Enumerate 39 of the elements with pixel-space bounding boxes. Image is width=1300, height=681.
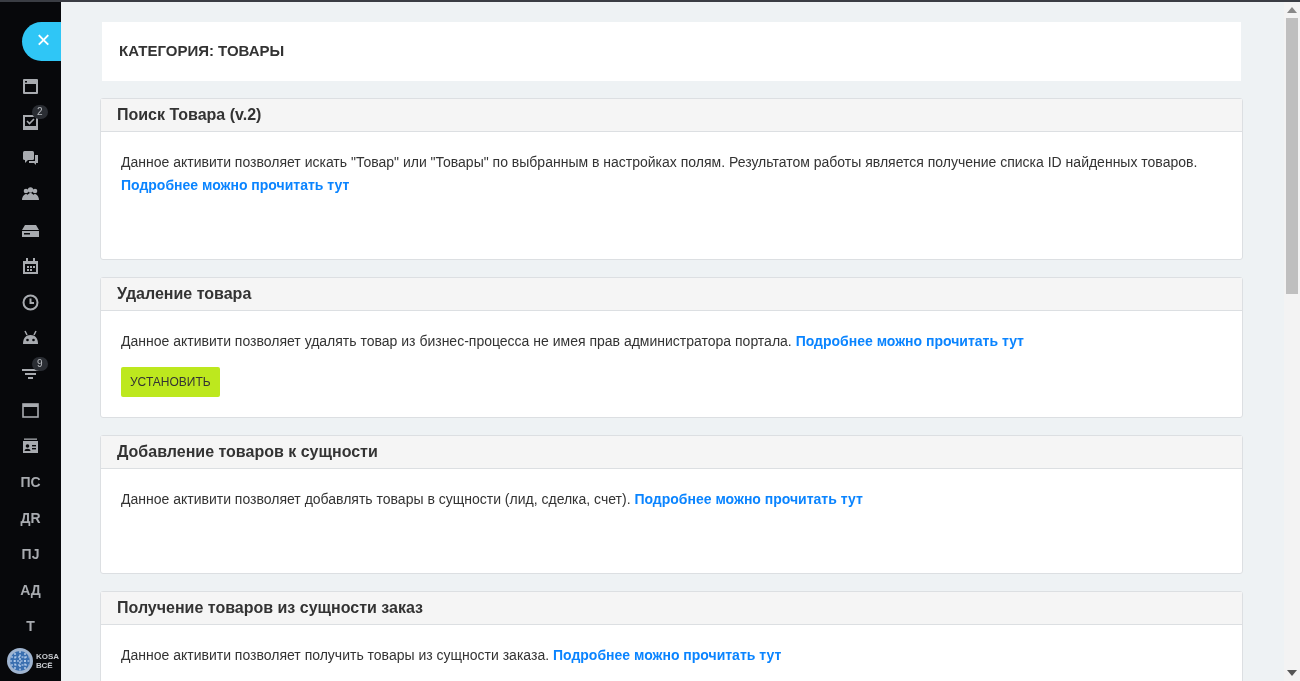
- card-title: Добавление товаров к сущности: [101, 435, 1242, 469]
- card-description: Данное активити позволяет получить товары из сущности заказа. Подробнее можно прочитать тут: [121, 645, 783, 665]
- more-link[interactable]: Подробнее можно прочитать тут: [795, 332, 1024, 349]
- install-button[interactable]: УСТАНОВИТЬ: [121, 366, 220, 397]
- sidebar-item[interactable]: ДR: [0, 500, 61, 536]
- globe-logo-icon: [6, 647, 34, 675]
- sidebar-item[interactable]: ПС: [0, 464, 61, 500]
- scrollbar[interactable]: [1284, 2, 1300, 681]
- chat-icon: [22, 149, 39, 167]
- sidebar-item[interactable]: АД: [0, 572, 61, 608]
- logo-text: ВСЁ: [36, 661, 54, 670]
- sidebar-item[interactable]: 9: [0, 356, 61, 392]
- calendar-icon: [22, 257, 39, 275]
- clock-icon: [22, 293, 39, 311]
- count-badge: 2: [32, 105, 48, 119]
- browser-icon: [22, 401, 39, 419]
- card-description: Данное активити позволяет удалять товар из бизнес-процесса не имея прав администратора портала. Подробнее можно прочитать тут: [121, 331, 1025, 351]
- people-icon: [22, 185, 39, 203]
- scroll-down-icon[interactable]: [1287, 670, 1297, 676]
- logo-text: KOSA: [36, 652, 60, 661]
- contact-card-icon: [22, 437, 39, 455]
- robot-icon: [22, 329, 39, 347]
- sidebar-item[interactable]: 2: [0, 104, 61, 140]
- card-description: Данное активити позволяет добавлять товары в сущности (лид, сделка, счет). Подробнее можно прочитать тут: [121, 489, 864, 509]
- window-icon: [22, 77, 39, 95]
- card-description: Данное активити позволяет искать "Товар" или "Товары" по выбранным в настройках полям. Результатом работы является получение списка ID найденных товаров. Подробнее можно прочитать тут: [121, 152, 1199, 195]
- card-title: Поиск Товара (v.2): [101, 98, 1242, 132]
- more-link[interactable]: Подробнее можно прочитать тут: [634, 490, 863, 507]
- card-title: Удаление товара: [101, 277, 1242, 311]
- category-title: КАТЕГОРИЯ: ТОВАРЫ: [102, 22, 1241, 81]
- checkbox-icon: [22, 113, 39, 131]
- sidebar-item[interactable]: Т: [0, 608, 61, 644]
- more-link[interactable]: Подробнее можно прочитать тут: [121, 176, 350, 193]
- scrollbar-thumb[interactable]: [1286, 18, 1298, 294]
- sidebar-item[interactable]: ПJ: [0, 536, 61, 572]
- more-link[interactable]: Подробнее можно прочитать тут: [552, 646, 782, 663]
- scroll-up-icon[interactable]: [1287, 7, 1297, 13]
- count-badge: 9: [32, 357, 48, 371]
- card-title: Получение товаров из сущности заказ: [101, 591, 1242, 625]
